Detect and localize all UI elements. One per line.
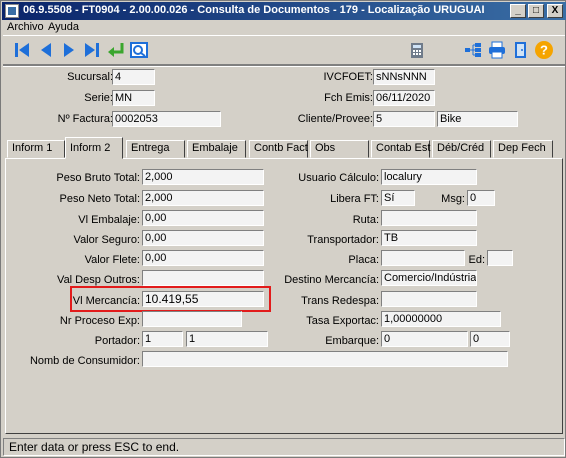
main-window: 06.9.5508 - FT0904 - 2.00.00.026 - Consu… <box>0 0 566 458</box>
embarque-field-a[interactable]: 0 <box>381 331 468 347</box>
window-title: 06.9.5508 - FT0904 - 2.00.00.026 - Consu… <box>23 4 485 16</box>
return-arrow-icon[interactable] <box>106 40 126 60</box>
fch-emis-label: Fch Emis: <box>324 92 373 104</box>
destino-mercancia-field[interactable]: Comercio/Indústria <box>381 270 477 286</box>
sucursal-field[interactable]: 4 <box>112 69 155 85</box>
ruta-label: Ruta: <box>352 214 379 226</box>
menu-archivo[interactable]: Archivo <box>7 21 44 33</box>
serie-field[interactable]: MN <box>112 90 155 106</box>
usuario-calculo-label: Usuario Cálculo: <box>298 172 379 184</box>
tab-bar: Inform 1 Inform 2 Entrega Embalaje Contb… <box>5 137 563 159</box>
ivcfoet-label: IVCFOET: <box>323 71 373 83</box>
header-panel: Sucursal: 4 Serie: MN Nº Factura: 000205… <box>5 67 563 133</box>
placa-label: Placa: <box>348 254 379 266</box>
valor-seguro-label: Valor Seguro: <box>73 234 140 246</box>
last-record-icon[interactable] <box>82 40 102 60</box>
exit-door-icon[interactable] <box>511 40 531 60</box>
minimize-button[interactable]: _ <box>510 4 526 18</box>
vl-desp-outros-field[interactable] <box>142 270 264 286</box>
vl-embalaje-label: Vl Embalaje: <box>78 214 140 226</box>
nomb-consumidor-field[interactable] <box>142 351 508 367</box>
serie-label: Serie: <box>84 92 113 104</box>
maximize-button[interactable]: □ <box>528 4 544 18</box>
portador-name-field[interactable]: 1 <box>186 331 268 347</box>
toolbar: ? <box>3 35 565 65</box>
svg-text:?: ? <box>540 43 548 58</box>
embarque-field-b[interactable]: 0 <box>470 331 510 347</box>
cliente-code-field[interactable]: 5 <box>373 111 435 127</box>
valor-flete-field[interactable]: 0,00 <box>142 250 264 266</box>
nr-proceso-field[interactable] <box>142 311 242 327</box>
printer-icon[interactable] <box>487 40 507 60</box>
title-bar: 06.9.5508 - FT0904 - 2.00.00.026 - Consu… <box>2 2 566 20</box>
fch-emis-field[interactable]: 06/11/2020 <box>373 90 435 106</box>
msg-field[interactable]: 0 <box>467 190 495 206</box>
tasa-exportac-field[interactable]: 1,00000000 <box>381 311 501 327</box>
tab-inform-2[interactable]: Inform 2 <box>65 137 123 159</box>
usuario-calculo-field[interactable]: localury <box>381 169 477 185</box>
transportador-label: Transportador: <box>307 234 379 246</box>
tree-icon[interactable] <box>463 40 483 60</box>
tab-dep-fech[interactable]: Dep Fech <box>493 140 553 158</box>
tab-embalaje[interactable]: Embalaje <box>187 140 246 158</box>
factura-label: Nº Factura: <box>57 113 113 125</box>
tab-contb-fact[interactable]: Contb Fact <box>249 140 308 158</box>
tab-obs[interactable]: Obs <box>310 140 369 158</box>
status-bar: Enter data or press ESC to end. <box>3 438 565 456</box>
close-button[interactable]: X <box>547 4 563 18</box>
msg-label: Msg: <box>441 193 465 205</box>
ed-label: Ed: <box>468 254 485 266</box>
next-record-icon[interactable] <box>59 40 79 60</box>
portador-code-field[interactable]: 1 <box>142 331 183 347</box>
ed-field[interactable] <box>487 250 513 266</box>
factura-field[interactable]: 0002053 <box>112 111 221 127</box>
ruta-field[interactable] <box>381 210 477 226</box>
previous-record-icon[interactable] <box>36 40 56 60</box>
valor-flete-label: Valor Flete: <box>84 254 140 266</box>
ivcfoet-field[interactable]: sNNsNNN <box>373 69 435 85</box>
portador-label: Portador: <box>94 335 140 347</box>
nr-proceso-label: Nr Proceso Exp: <box>59 315 140 327</box>
calculator-icon[interactable] <box>407 40 427 60</box>
cliente-label: Cliente/Provee: <box>297 113 373 125</box>
tab-contab-est[interactable]: Contab Est <box>371 140 430 158</box>
libera-ft-field[interactable]: Sí <box>381 190 415 206</box>
peso-neto-label: Peso Neto Total: <box>59 193 140 205</box>
cliente-name-field[interactable]: Bike <box>437 111 518 127</box>
preview-icon[interactable] <box>129 40 149 60</box>
app-icon <box>5 4 19 18</box>
first-record-icon[interactable] <box>12 40 32 60</box>
trans-redespa-label: Trans Redespa: <box>301 295 379 307</box>
embarque-label: Embarque: <box>325 335 379 347</box>
transportador-field[interactable]: TB <box>381 230 477 246</box>
valor-seguro-field[interactable]: 0,00 <box>142 230 264 246</box>
trans-redespa-field[interactable] <box>381 291 477 307</box>
highlight-box <box>70 286 271 312</box>
peso-bruto-field[interactable]: 2,000 <box>142 169 264 185</box>
help-icon[interactable]: ? <box>534 40 554 60</box>
placa-field[interactable] <box>381 250 465 266</box>
nomb-consumidor-label: Nomb de Consumidor: <box>29 355 140 367</box>
sucursal-label: Sucursal: <box>67 71 113 83</box>
tab-entrega[interactable]: Entrega <box>126 140 185 158</box>
tab-inform-1[interactable]: Inform 1 <box>7 140 65 158</box>
libera-ft-label: Libera FT: <box>330 193 379 205</box>
tasa-exportac-label: Tasa Exportac: <box>306 315 379 327</box>
vl-desp-outros-label: Val Desp Outros: <box>57 274 140 286</box>
peso-bruto-label: Peso Bruto Total: <box>56 172 140 184</box>
destino-mercancia-label: Destino Mercancía: <box>284 274 379 286</box>
menu-ayuda[interactable]: Ayuda <box>48 21 79 33</box>
tab-deb-cred[interactable]: Déb/Créd <box>432 140 491 158</box>
peso-neto-field[interactable]: 2,000 <box>142 190 264 206</box>
menu-bar: Archivo Ayuda <box>2 20 566 35</box>
vl-embalaje-field[interactable]: 0,00 <box>142 210 264 226</box>
